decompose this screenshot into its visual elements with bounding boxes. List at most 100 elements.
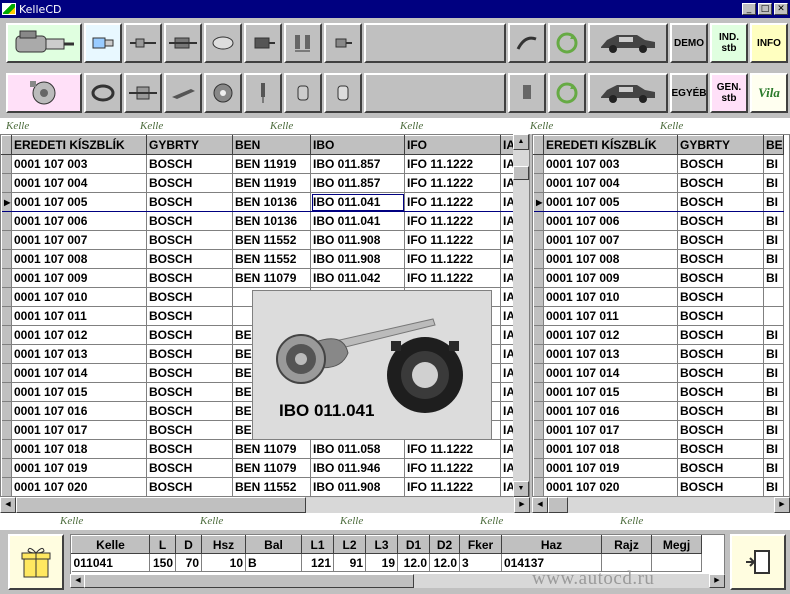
scroll-right-arrow[interactable]: ▶ [774,497,790,513]
table-cell[interactable]: 0001 107 007 [11,230,147,250]
table-row[interactable]: 0001 107 007 BOSCH BI [533,230,784,250]
row-indicator[interactable] [533,306,544,326]
table-row[interactable]: 0001 107 020 BOSCH BEN 11552 IBO 011.908 IFO… [1,477,521,496]
table-cell[interactable]: BOSCH [677,230,764,250]
column-header[interactable]: EREDETI KÍSZBLÍK [543,135,678,155]
table-cell[interactable]: 0001 107 016 [543,401,678,421]
detail-cell[interactable]: 3 [459,553,502,572]
gen-stb-button[interactable]: GEN. stb [710,73,748,113]
table-cell[interactable]: IBO 011.041 [310,192,405,212]
table-cell[interactable]: BOSCH [146,363,233,383]
brush-button[interactable] [244,73,282,113]
table-cell[interactable]: BOSCH [146,325,233,345]
table-cell[interactable]: 0001 107 006 [11,211,147,231]
demo-button[interactable]: DEMO [670,23,708,63]
table-cell[interactable]: BOSCH [146,477,233,496]
scroll-up-arrow[interactable]: ▲ [513,134,529,150]
row-indicator[interactable] [533,325,544,345]
table-cell[interactable]: BEN 10136 [232,192,311,212]
detail-column-header[interactable]: D1 [397,535,430,554]
row-indicator[interactable] [533,344,544,364]
detail-cell[interactable]: 19 [365,553,398,572]
table-cell[interactable]: BOSCH [677,477,764,496]
table-cell[interactable]: BOSCH [146,420,233,440]
table-cell[interactable]: BOSCH [146,211,233,231]
table-cell[interactable]: BOSCH [146,458,233,478]
row-indicator[interactable] [1,325,12,345]
table-cell[interactable] [763,306,784,326]
table-cell[interactable]: BOSCH [146,382,233,402]
table-cell[interactable]: 0001 107 007 [543,230,678,250]
column-header[interactable]: BEN [232,135,311,155]
row-indicator[interactable] [533,477,544,496]
row-indicator[interactable] [533,230,544,250]
table-cell[interactable]: BOSCH [677,420,764,440]
table-cell[interactable]: 0001 107 008 [543,249,678,269]
table-cell[interactable]: BEN 11919 [232,154,311,174]
table-cell[interactable]: 0001 107 020 [11,477,147,496]
table-cell[interactable]: BI [763,173,784,193]
row-indicator[interactable] [533,249,544,269]
table-row[interactable]: 0001 107 016 BOSCH BI [533,401,784,421]
table-row[interactable]: 0001 107 010 BOSCH [533,287,784,307]
left-horizontal-scrollbar[interactable]: ◀ ▶ [0,497,530,513]
detail-cell[interactable]: 12.0 [429,553,460,572]
table-row[interactable]: 0001 107 004 BOSCH BI [533,173,784,193]
solenoid-button[interactable] [84,23,122,63]
table-row[interactable]: 0001 107 011 BOSCH [533,306,784,326]
table-cell[interactable]: BI [763,230,784,250]
table-row[interactable]: 0001 107 009 BOSCH BI [533,268,784,288]
table-cell[interactable]: BOSCH [677,249,764,269]
ind-stb-button[interactable]: IND. stb [710,23,748,63]
table-cell[interactable]: 0001 107 011 [11,306,147,326]
row-indicator[interactable] [1,439,12,459]
table-row[interactable]: ▶ 0001 107 005 BOSCH BEN 10136 IBO 011.041 IF… [1,192,521,212]
table-row[interactable]: 0001 107 006 BOSCH BI [533,211,784,231]
table-cell[interactable]: 0001 107 017 [543,420,678,440]
table-cell[interactable]: BOSCH [146,287,233,307]
detail-cell[interactable]: 91 [333,553,366,572]
table-cell[interactable]: IBO 011.908 [310,249,405,269]
table-cell[interactable]: 0001 107 010 [543,287,678,307]
table-cell[interactable]: BI [763,382,784,402]
row-indicator[interactable] [533,287,544,307]
car-button-2[interactable] [588,73,668,113]
table-cell[interactable]: IFO 11.1222 [404,192,501,212]
table-cell[interactable]: IBO 011.946 [310,458,405,478]
table-cell[interactable]: IFO 11.1222 [404,268,501,288]
table-cell[interactable]: BEN 11552 [232,230,311,250]
row-indicator[interactable] [1,268,12,288]
bushing-button[interactable] [324,73,362,113]
detail-column-header[interactable]: L2 [333,535,366,554]
relay-button[interactable] [244,23,282,63]
table-cell[interactable]: 0001 107 012 [543,325,678,345]
table-cell[interactable]: IFO 11.1222 [404,249,501,269]
gift-button[interactable] [8,534,64,590]
row-indicator[interactable] [1,306,12,326]
row-indicator[interactable] [533,211,544,231]
table-cell[interactable]: 0001 107 005 [11,192,147,212]
table-cell[interactable]: BI [763,439,784,459]
scroll-thumb[interactable] [84,574,414,588]
scroll-thumb[interactable] [548,497,568,513]
table-row[interactable]: 0001 107 017 BOSCH BI [533,420,784,440]
refresh-button-2[interactable] [548,73,586,113]
table-cell[interactable]: BI [763,401,784,421]
table-row[interactable]: 0001 107 003 BOSCH BI [533,154,784,174]
detail-cell[interactable]: 10 [201,553,246,572]
table-cell[interactable]: 0001 107 003 [543,154,678,174]
table-cell[interactable]: IBO 011.857 [310,173,405,193]
stator-button[interactable] [84,73,122,113]
table-cell[interactable]: BEN 11552 [232,249,311,269]
detail-column-header[interactable]: L3 [365,535,398,554]
table-row[interactable]: 0001 107 020 BOSCH BI [533,477,784,496]
housing-button[interactable] [204,23,242,63]
table-cell[interactable]: 0001 107 011 [543,306,678,326]
table-cell[interactable]: 0001 107 005 [543,192,678,212]
table-cell[interactable]: 0001 107 020 [543,477,678,496]
row-indicator[interactable] [1,211,12,231]
row-indicator[interactable] [533,173,544,193]
table-cell[interactable]: 0001 107 018 [11,439,147,459]
table-row[interactable]: 0001 107 007 BOSCH BEN 11552 IBO 011.908 IFO… [1,230,521,250]
table-cell[interactable]: BI [763,268,784,288]
